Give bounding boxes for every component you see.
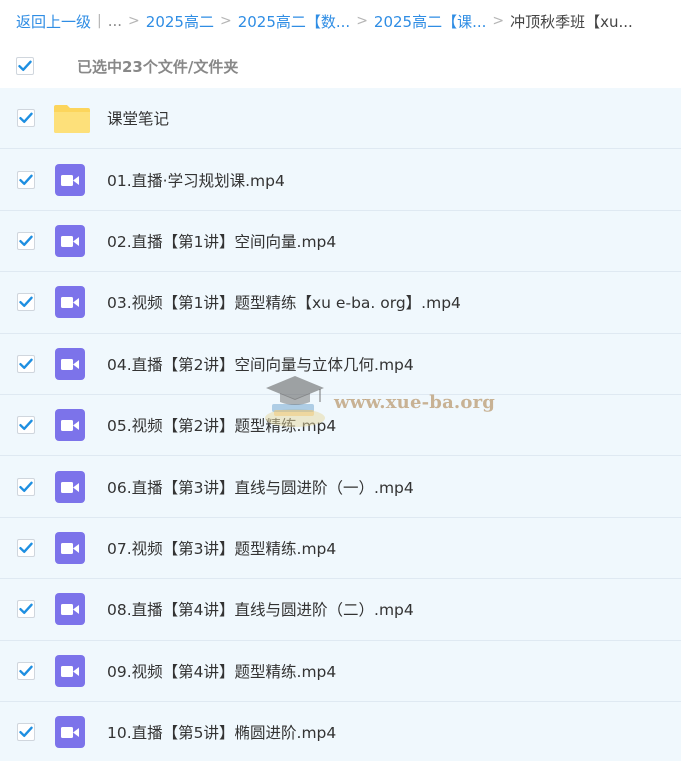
check-icon [19, 112, 33, 124]
check-icon [18, 60, 32, 71]
breadcrumb-item[interactable]: 2025高二【数... [238, 11, 350, 32]
folder-icon [53, 102, 91, 134]
item-checkbox[interactable] [17, 416, 35, 435]
check-icon [19, 174, 33, 185]
file-name[interactable]: 03.视频【第1讲】题型精练【xu e-ba. org】.mp4 [107, 291, 461, 313]
back-link[interactable]: 返回上一级 [16, 11, 91, 32]
check-icon [19, 235, 33, 246]
list-item[interactable]: 07.视频【第3讲】题型精练.mp4 [0, 517, 681, 580]
file-name[interactable]: 08.直播【第4讲】直线与圆进阶（二）.mp4 [107, 598, 414, 620]
chevron-right-icon: > [219, 13, 232, 29]
check-icon [19, 296, 33, 308]
list-item[interactable]: 05.视频【第2讲】题型精练.mp4 [0, 394, 681, 457]
video-file-icon [54, 654, 86, 687]
video-file-icon [54, 286, 86, 319]
check-icon [19, 726, 33, 738]
item-checkbox[interactable] [17, 600, 35, 619]
item-checkbox[interactable] [17, 354, 35, 373]
file-name[interactable]: 06.直播【第3讲】直线与圆进阶（一）.mp4 [107, 476, 414, 498]
video-file-icon [54, 409, 86, 442]
file-list: 课堂笔记 01.直播·学习规划课.mp4 02.直播【第1讲】空间向量.mp4 03.… [0, 88, 681, 761]
breadcrumb: 返回上一级 | ... > 2025高二 > 2025高二【数... > 202… [0, 0, 681, 42]
file-name[interactable]: 10.直播【第5讲】椭圆进阶.mp4 [107, 721, 336, 743]
breadcrumb-item[interactable]: 2025高二【课... [374, 11, 486, 32]
check-icon [19, 419, 33, 431]
breadcrumb-divider: | [97, 13, 102, 29]
check-icon [19, 603, 33, 615]
item-checkbox[interactable] [17, 661, 35, 680]
breadcrumb-current: 冲顶秋季班【xu... [510, 12, 633, 31]
item-checkbox[interactable] [17, 170, 35, 189]
check-icon [19, 481, 33, 492]
chevron-right-icon: > [356, 13, 368, 29]
breadcrumb-ellipsis[interactable]: ... [108, 12, 122, 30]
list-item[interactable]: 08.直播【第4讲】直线与圆进阶（二）.mp4 [0, 579, 681, 641]
video-file-icon [54, 470, 86, 503]
chevron-right-icon: > [492, 13, 505, 29]
file-name[interactable]: 07.视频【第3讲】题型精练.mp4 [107, 537, 336, 559]
list-item[interactable]: 02.直播【第1讲】空间向量.mp4 [0, 210, 681, 273]
file-browser: 返回上一级 | ... > 2025高二 > 2025高二【数... > 202… [0, 0, 681, 761]
item-checkbox[interactable] [17, 723, 35, 742]
file-name[interactable]: 01.直播·学习规划课.mp4 [107, 169, 285, 191]
file-name[interactable]: 09.视频【第4讲】题型精练.mp4 [107, 660, 336, 682]
item-checkbox[interactable] [17, 477, 35, 496]
select-all-checkbox[interactable] [16, 57, 34, 75]
list-item[interactable]: 10.直播【第5讲】椭圆进阶.mp4 [0, 701, 681, 761]
item-checkbox[interactable] [17, 109, 35, 128]
file-name[interactable]: 02.直播【第1讲】空间向量.mp4 [107, 230, 336, 252]
video-file-icon [54, 593, 86, 626]
list-item[interactable]: 04.直播【第2讲】空间向量与立体几何.mp4 [0, 333, 681, 395]
check-icon [19, 542, 33, 553]
chevron-right-icon: > [128, 13, 140, 29]
item-checkbox[interactable] [17, 231, 35, 250]
selection-count: 已选中23个文件/文件夹 [77, 57, 239, 76]
video-file-icon [54, 224, 86, 257]
video-file-icon [54, 716, 86, 749]
file-name[interactable]: 05.视频【第2讲】题型精练.mp4 [107, 414, 336, 436]
item-checkbox[interactable] [17, 538, 35, 557]
selection-bar: 已选中23个文件/文件夹 [0, 44, 681, 88]
list-item[interactable]: 课堂笔记 [0, 88, 681, 150]
item-checkbox[interactable] [17, 293, 35, 312]
video-file-icon [54, 347, 86, 380]
list-item[interactable]: 01.直播·学习规划课.mp4 [0, 149, 681, 211]
video-file-icon [54, 163, 86, 196]
check-icon [19, 665, 33, 676]
list-item[interactable]: 03.视频【第1讲】题型精练【xu e-ba. org】.mp4 [0, 272, 681, 334]
breadcrumb-item[interactable]: 2025高二 [146, 11, 214, 32]
file-name[interactable]: 04.直播【第2讲】空间向量与立体几何.mp4 [107, 353, 414, 375]
list-item[interactable]: 09.视频【第4讲】题型精练.mp4 [0, 640, 681, 702]
file-name[interactable]: 课堂笔记 [107, 107, 169, 129]
list-item[interactable]: 06.直播【第3讲】直线与圆进阶（一）.mp4 [0, 456, 681, 518]
check-icon [19, 358, 33, 369]
video-file-icon [54, 531, 86, 564]
